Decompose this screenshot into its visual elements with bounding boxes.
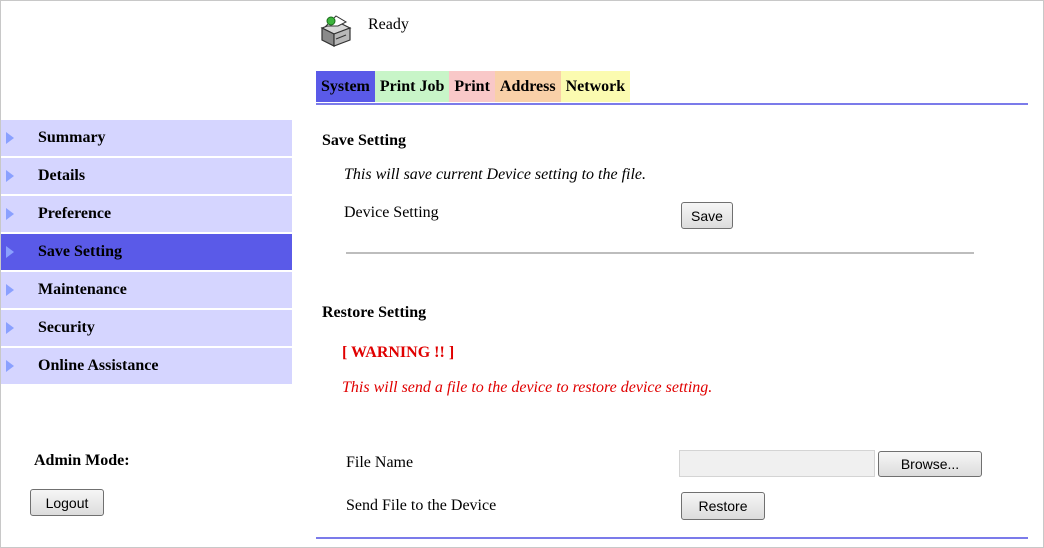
admin-mode-label: Admin Mode: bbox=[34, 452, 130, 469]
sidebar-item-details[interactable]: Details bbox=[1, 158, 292, 194]
arrow-right-icon bbox=[6, 246, 14, 258]
arrow-right-icon bbox=[6, 170, 14, 182]
sidebar-item-security[interactable]: Security bbox=[1, 310, 292, 346]
restore-description: This will send a file to the device to r… bbox=[342, 379, 713, 396]
save-setting-description: This will save current Device setting to… bbox=[344, 166, 647, 183]
device-setting-label: Device Setting bbox=[344, 204, 439, 221]
sidebar-item-preference[interactable]: Preference bbox=[1, 196, 292, 232]
sidebar-item-label: Details bbox=[38, 167, 86, 184]
file-name-input[interactable] bbox=[679, 450, 875, 477]
sidebar-item-online-assistance[interactable]: Online Assistance bbox=[1, 348, 292, 384]
section-divider bbox=[346, 252, 974, 254]
logout-button[interactable]: Logout bbox=[30, 489, 104, 516]
printer-icon bbox=[320, 15, 352, 47]
send-file-label: Send File to the Device bbox=[346, 497, 497, 514]
arrow-right-icon bbox=[6, 132, 14, 144]
tab-network[interactable]: Network bbox=[560, 71, 631, 102]
sidebar-item-label: Security bbox=[38, 319, 95, 336]
tab-system[interactable]: System bbox=[316, 71, 375, 102]
browse-button[interactable]: Browse... bbox=[878, 451, 982, 477]
status-text: Ready bbox=[368, 16, 409, 33]
restore-setting-title: Restore Setting bbox=[322, 304, 427, 321]
sidebar-item-label: Preference bbox=[38, 205, 112, 222]
tab-print[interactable]: Print bbox=[449, 71, 495, 102]
bottom-divider bbox=[316, 537, 1028, 539]
status-area: Ready bbox=[316, 12, 409, 52]
sidebar-item-maintenance[interactable]: Maintenance bbox=[1, 272, 292, 308]
arrow-right-icon bbox=[6, 284, 14, 296]
sidebar-item-label: Save Setting bbox=[38, 243, 122, 260]
sidebar-item-label: Maintenance bbox=[38, 281, 127, 298]
tab-divider bbox=[316, 103, 1028, 105]
arrow-right-icon bbox=[6, 360, 14, 372]
save-setting-title: Save Setting bbox=[322, 132, 406, 149]
arrow-right-icon bbox=[6, 208, 14, 220]
sidebar-item-label: Summary bbox=[38, 129, 106, 146]
file-name-label: File Name bbox=[346, 454, 414, 471]
sidebar-item-save-setting[interactable]: Save Setting bbox=[1, 234, 292, 270]
tab-print-job[interactable]: Print Job bbox=[374, 71, 450, 102]
restore-button[interactable]: Restore bbox=[681, 492, 765, 520]
arrow-right-icon bbox=[6, 322, 14, 334]
save-button[interactable]: Save bbox=[681, 202, 733, 229]
sidebar-item-label: Online Assistance bbox=[38, 357, 159, 374]
warning-label: [ WARNING !! ] bbox=[342, 344, 455, 361]
top-tabs: System Print Job Print Address Network bbox=[316, 71, 631, 102]
sidebar-menu: Summary Details Preference Save Setting Main… bbox=[1, 120, 292, 386]
tab-address[interactable]: Address bbox=[494, 71, 561, 102]
sidebar-item-summary[interactable]: Summary bbox=[1, 120, 292, 156]
